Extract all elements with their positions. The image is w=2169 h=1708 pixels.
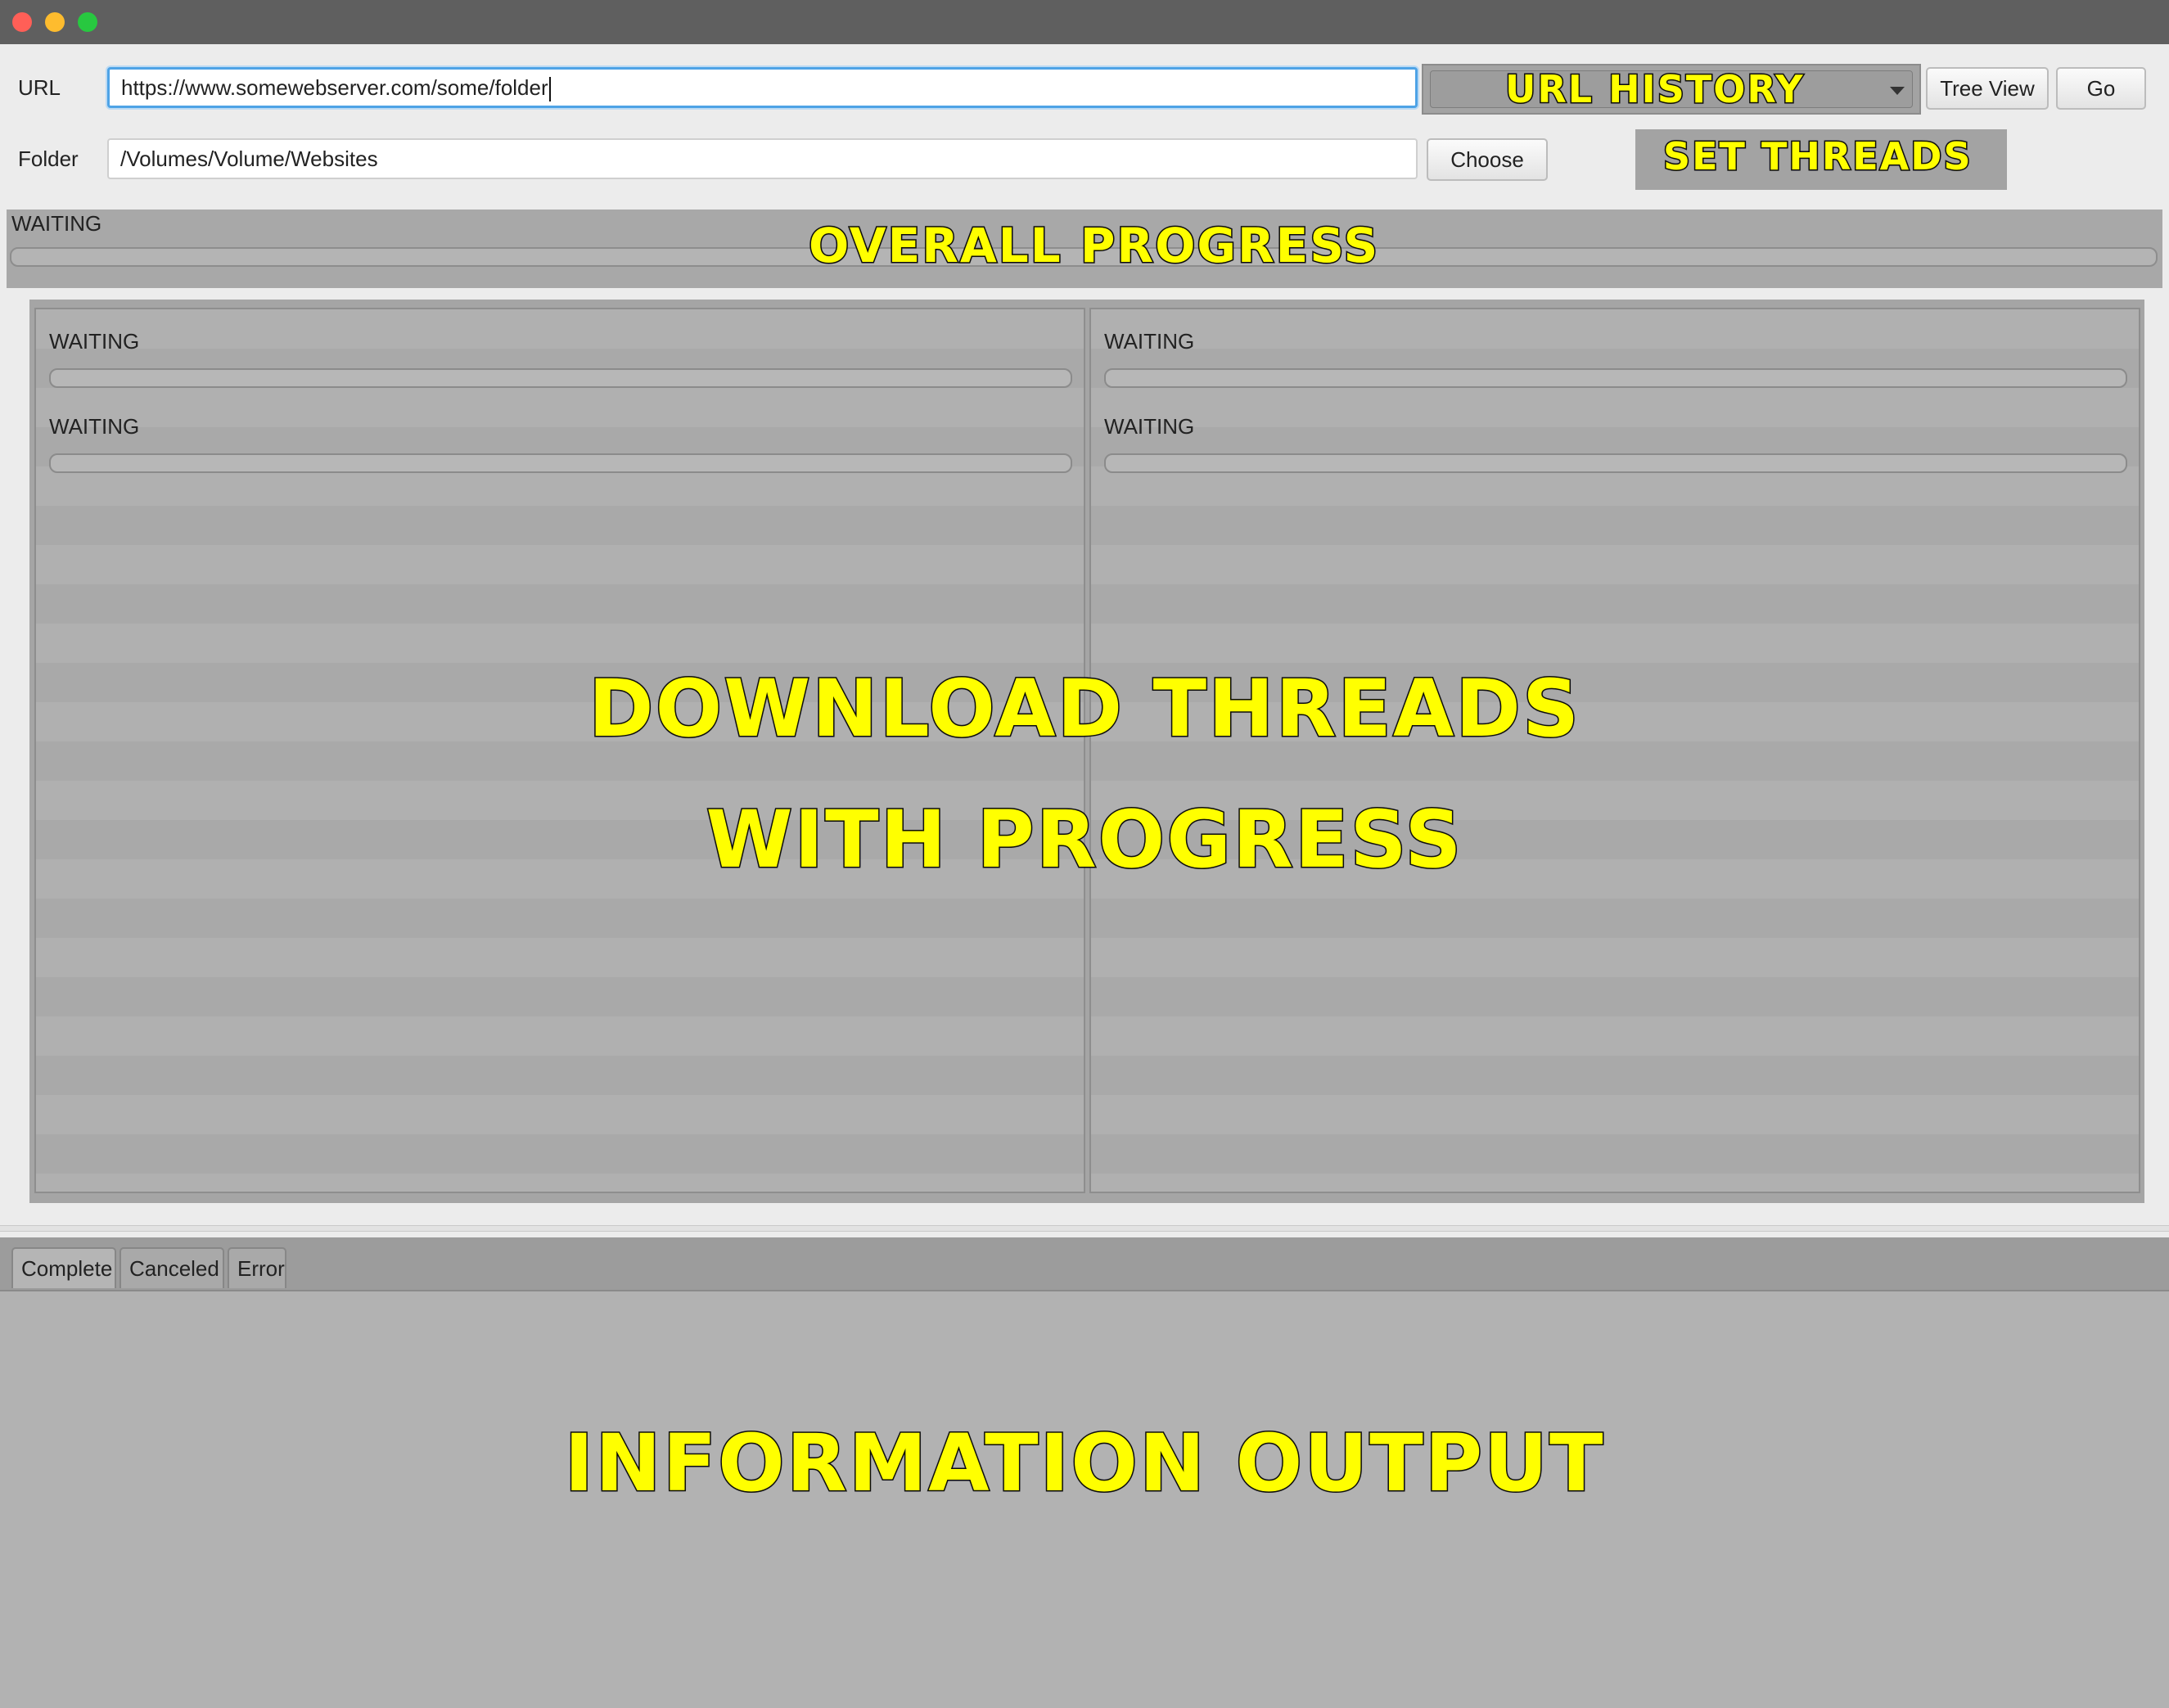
- split-pane-divider[interactable]: [0, 1225, 2169, 1232]
- set-threads-annotation: SET THREADS: [1662, 133, 1973, 180]
- set-threads-control[interactable]: SET THREADS: [1635, 129, 2007, 190]
- url-history-annotation: URL HISTORY: [1504, 66, 1805, 113]
- chevron-down-icon[interactable]: [1890, 87, 1905, 95]
- thread-item: WAITING: [49, 401, 1072, 480]
- url-input-value: https://www.somewebserver.com/some/folde…: [121, 75, 548, 100]
- thread-status: WAITING: [49, 414, 140, 439]
- minimize-window-button[interactable]: [45, 12, 65, 32]
- tab-error[interactable]: Error: [228, 1247, 286, 1288]
- information-output-annotation: INFORMATION OUTPUT: [563, 1417, 1605, 1511]
- info-tab-bar: Complete Canceled Error: [0, 1237, 2169, 1291]
- url-label: URL: [18, 75, 61, 100]
- overall-progress-panel: WAITING OVERALL PROGRESS: [7, 210, 2162, 288]
- thread-item: WAITING: [1104, 316, 2127, 394]
- tab-complete[interactable]: Complete: [11, 1247, 116, 1288]
- thread-item: WAITING: [1104, 401, 2127, 480]
- overall-progress-annotation: OVERALL PROGRESS: [807, 217, 1380, 275]
- close-window-button[interactable]: [12, 12, 32, 32]
- overall-status: WAITING: [11, 211, 102, 236]
- choose-button[interactable]: Choose: [1427, 138, 1548, 181]
- tree-view-button[interactable]: Tree View: [1926, 67, 2049, 110]
- folder-input[interactable]: /Volumes/Volume/Websites: [107, 138, 1418, 179]
- maximize-window-button[interactable]: [78, 12, 97, 32]
- window-titlebar: [0, 0, 2169, 44]
- download-threads-annotation: DOWNLOAD THREADS: [587, 662, 1581, 756]
- folder-label: Folder: [18, 146, 79, 171]
- with-progress-annotation: WITH PROGRESS: [705, 793, 1463, 887]
- url-input[interactable]: https://www.somewebserver.com/some/folde…: [107, 67, 1418, 108]
- thread-progress-bar: [49, 453, 1072, 473]
- thread-progress-bar: [49, 368, 1072, 388]
- go-button[interactable]: Go: [2056, 67, 2146, 110]
- information-output-panel: Complete Canceled Error INFORMATION OUTP…: [0, 1237, 2169, 1708]
- thread-status: WAITING: [1104, 414, 1195, 439]
- thread-progress-bar: [1104, 453, 2127, 473]
- thread-item: WAITING: [49, 316, 1072, 394]
- url-history-dropdown[interactable]: URL HISTORY: [1422, 64, 1921, 115]
- thread-progress-bar: [1104, 368, 2127, 388]
- thread-status: WAITING: [49, 329, 140, 354]
- text-caret: [548, 77, 551, 102]
- thread-status: WAITING: [1104, 329, 1195, 354]
- tab-canceled[interactable]: Canceled: [119, 1247, 224, 1288]
